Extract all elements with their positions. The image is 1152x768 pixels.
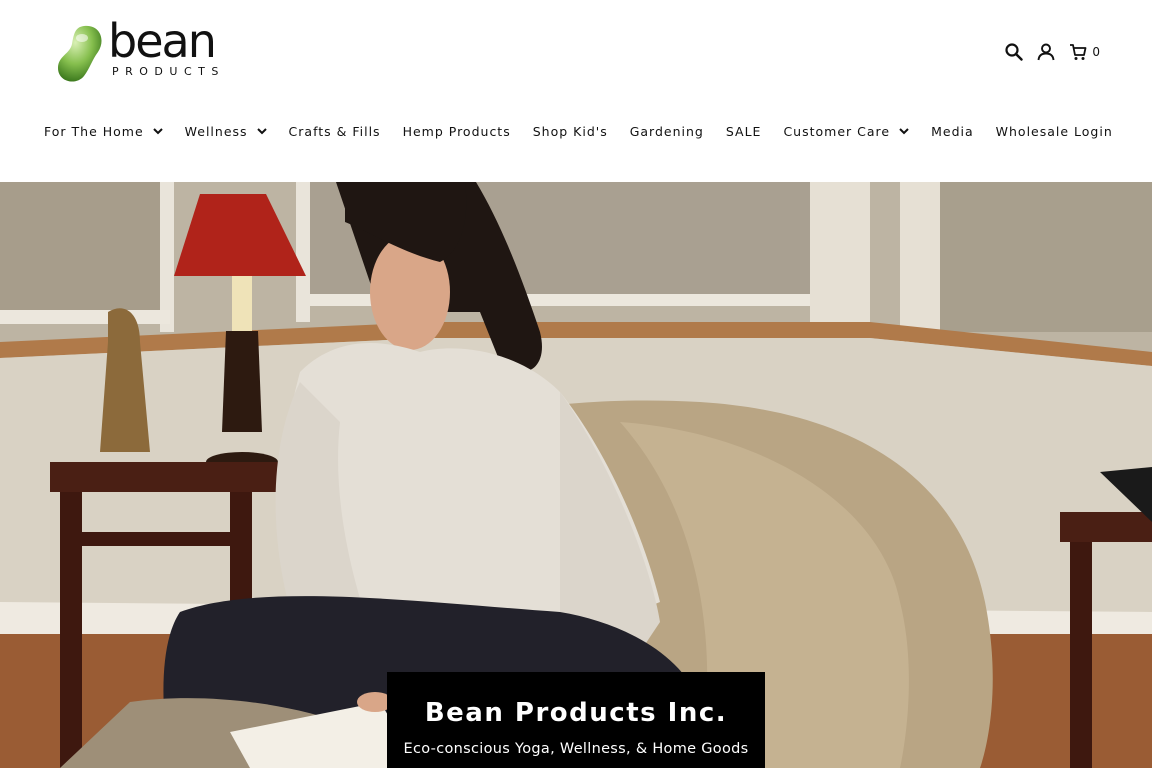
nav-label: Crafts & Fills (288, 123, 381, 139)
nav-label: Media (931, 123, 974, 139)
brand-logo[interactable]: bean PRODUCTS (56, 18, 226, 84)
nav-label: Customer Care (783, 123, 891, 139)
account-icon[interactable] (1036, 42, 1056, 62)
cart-count[interactable]: 0 (1092, 45, 1100, 59)
site-header: bean PRODUCTS 0 For The Home Wellness Cr… (0, 0, 1152, 182)
nav-label: Hemp Products (402, 123, 511, 139)
hero-banner: Bean Products Inc. Eco-conscious Yoga, W… (0, 182, 1152, 768)
search-icon[interactable] (1004, 42, 1024, 62)
nav-item-for-the-home[interactable]: For The Home (44, 124, 163, 139)
hero-subtitle: Eco-conscious Yoga, Wellness, & Home Goo… (403, 741, 749, 757)
nav-item-wholesale-login[interactable]: Wholesale Login (996, 124, 1113, 139)
cart-icon[interactable] (1068, 42, 1088, 62)
logo-word: bean (108, 14, 217, 68)
nav-item-shop-kids[interactable]: Shop Kid's (533, 124, 608, 139)
nav-item-crafts-fills[interactable]: Crafts & Fills (289, 124, 381, 139)
nav-label: Gardening (629, 123, 704, 139)
chevron-down-icon (899, 127, 909, 134)
chevron-down-icon (256, 127, 267, 134)
header-icons: 0 (1004, 40, 1100, 64)
main-nav: For The Home Wellness Crafts & Fills Hem… (44, 120, 1135, 142)
nav-item-sale[interactable]: SALE (726, 124, 762, 139)
nav-label: Wellness (184, 123, 248, 139)
nav-label: Wholesale Login (995, 123, 1113, 139)
nav-item-wellness[interactable]: Wellness (185, 124, 267, 139)
logo-subtitle: PRODUCTS (112, 65, 225, 78)
chevron-down-icon (152, 127, 163, 134)
nav-item-media[interactable]: Media (931, 124, 974, 139)
nav-label: SALE (725, 123, 762, 139)
nav-item-customer-care[interactable]: Customer Care (783, 124, 909, 139)
hero-caption: Bean Products Inc. Eco-conscious Yoga, W… (387, 672, 765, 768)
nav-item-hemp-products[interactable]: Hemp Products (403, 124, 511, 139)
bean-logo-icon (58, 25, 102, 82)
nav-item-gardening[interactable]: Gardening (630, 124, 704, 139)
hero-title: Bean Products Inc. (424, 698, 728, 728)
nav-label: For The Home (44, 123, 144, 139)
nav-label: Shop Kid's (532, 123, 608, 139)
